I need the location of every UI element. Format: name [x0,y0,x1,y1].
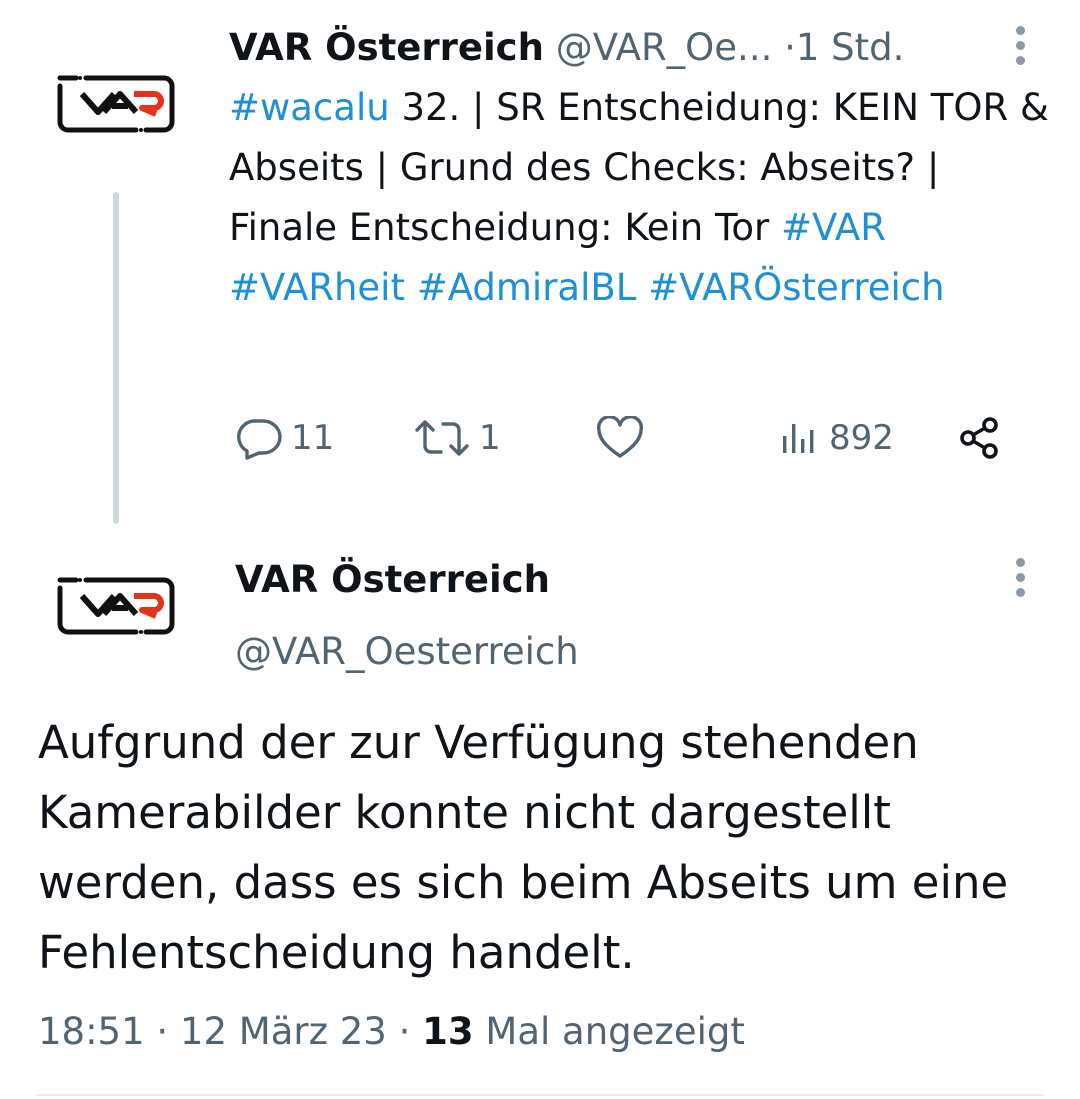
tweet-text: Aufgrund der zur Verfügung stehenden Kam… [38,716,1009,979]
hashtag-link[interactable]: #VARÖsterreich [648,266,944,309]
author-handle[interactable]: @VAR_Oesterreich [235,624,579,680]
retweet-button[interactable]: 1 [411,408,501,468]
views-button[interactable]: 892 [777,408,894,468]
more-icon[interactable] [1014,26,1026,70]
tweet-actions: 11 1 892 [229,408,1019,468]
tweet-time[interactable]: 1 Std. [796,26,905,69]
more-icon[interactable] [1014,558,1026,602]
author-name[interactable]: VAR Österreich [235,552,550,608]
avatar[interactable] [52,570,180,642]
retweet-count: 1 [479,418,501,458]
reply-icon [233,416,285,460]
avatar[interactable] [52,68,180,140]
retweet-icon [411,416,473,460]
tweet-meta: 18:51 · 12 März 23 · 13 Mal angezeigt [38,1002,745,1062]
views-label: Mal angezeigt [473,1010,745,1053]
separator-dot: · [784,26,796,69]
reply-button[interactable]: 11 [233,408,334,468]
hashtag-link[interactable]: #AdmiralBL [417,266,637,309]
views-icon [777,416,823,460]
author-handle[interactable]: @VAR_Oe... [556,26,773,69]
thread-connector [113,192,119,524]
share-icon [957,415,1003,461]
author-name[interactable]: VAR Österreich [229,26,544,69]
tweet-header: VAR Österreich @VAR_Oe... ·1 Std. [229,20,1019,76]
views-count: 892 [829,418,894,458]
hashtag-link[interactable]: #VAR [781,206,886,249]
like-button[interactable] [595,408,651,468]
hashtag-link[interactable]: #wacalu [229,86,390,129]
hashtag-link[interactable]: #VARheit [229,266,405,309]
heart-icon [595,416,645,460]
views-number: 13 [422,1010,474,1053]
separator-dot: · [144,1010,180,1053]
reply-count: 11 [291,418,335,458]
share-button[interactable] [957,408,1003,468]
tweet-text: #wacalu 32. | SR Entscheidung: KEIN TOR … [229,78,1059,318]
tweet-time[interactable]: 18:51 [38,1010,145,1053]
tweet-date[interactable]: 12 März 23 [180,1010,387,1053]
separator-dot: · [386,1010,423,1053]
divider [36,1094,1044,1096]
